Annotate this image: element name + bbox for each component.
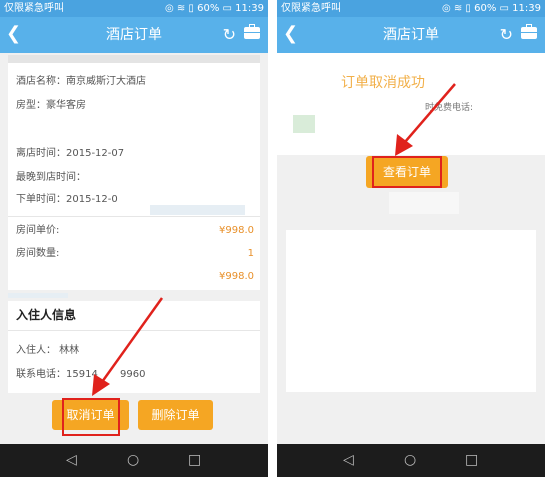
carrier-text: 仅限紧急呼叫 [281,3,341,14]
room-count-row: 房间数量: 1 [16,247,254,261]
checkout-time: 离店时间：2015-12-07 [16,148,125,159]
recents-nav-icon[interactable]: □ [465,453,478,467]
home-nav-icon[interactable]: ○ [404,453,416,467]
battery-percent: 60% [197,3,220,14]
nav-bar: ❮ 酒店订单 ↻ [277,17,545,53]
nav-bar: ❮ 酒店订单 ↻ [0,17,268,53]
empty-content-area [286,230,536,392]
home-nav-icon[interactable]: ○ [127,453,139,467]
left-screen: 仅限紧急呼叫 ◎ ≋ ▯ 60% ▭ 11:39 ❮ 酒店订单 ↻ 酒店名称：南… [0,0,268,477]
blurred-strip [8,293,68,298]
refresh-icon[interactable]: ↻ [500,23,513,47]
blurred-strip [389,192,459,214]
system-nav-bar: ◁ ○ □ [0,444,268,477]
total-price: ¥998.0 [219,271,254,282]
status-bar: 仅限紧急呼叫 ◎ ≋ ▯ 60% ▭ 11:39 [0,0,268,17]
signal-icon: ◎ ≋ ▯ [164,3,198,14]
delete-order-button[interactable]: 删除订单 [138,400,213,430]
latest-arrival: 最晚到店时间： [16,172,86,183]
back-nav-icon[interactable]: ◁ [66,453,77,467]
right-screen: 仅限紧急呼叫 ◎ ≋ ▯ 60% ▭ 11:39 ❮ 酒店订单 ↻ 订单取消成功… [277,0,545,477]
blurred-watermark [150,205,245,215]
refresh-icon[interactable]: ↻ [223,23,236,47]
briefcase-icon[interactable] [521,24,537,39]
briefcase-icon[interactable] [244,24,260,39]
carrier-text: 仅限紧急呼叫 [4,3,64,14]
status-bar: 仅限紧急呼叫 ◎ ≋ ▯ 60% ▭ 11:39 [277,0,545,17]
unit-price-label: 房间单价: [16,225,60,236]
pointer-arrow-icon [395,83,456,156]
recents-nav-icon[interactable]: □ [188,453,201,467]
unit-price: ¥998.0 [219,225,254,236]
status-right: ◎ ≋ ▯ 60% ▭ 11:39 [442,0,541,17]
signal-icon: ◎ ≋ ▯ [441,3,475,14]
divider [8,216,260,217]
battery-icon: ▭ [499,3,509,14]
clock: 11:39 [235,3,264,14]
battery-percent: 60% [474,3,497,14]
system-nav-bar: ◁ ○ □ [277,444,545,477]
battery-icon: ▭ [222,3,232,14]
partial-header [8,55,260,63]
blurred-logo [293,115,315,133]
highlight-box [62,398,120,436]
highlight-box [372,156,442,188]
hotel-name: 酒店名称：南京威斯汀大酒店 [16,76,146,87]
unit-price-row: 房间单价: ¥998.0 [16,224,254,238]
clock: 11:39 [512,3,541,14]
room-type: 房型：豪华客房 [16,100,86,111]
room-count-label: 房间数量: [16,248,60,259]
back-nav-icon[interactable]: ◁ [343,453,354,467]
status-right: ◎ ≋ ▯ 60% ▭ 11:39 [165,0,264,17]
room-count: 1 [247,248,254,259]
pointer-arrow-icon [92,297,164,396]
